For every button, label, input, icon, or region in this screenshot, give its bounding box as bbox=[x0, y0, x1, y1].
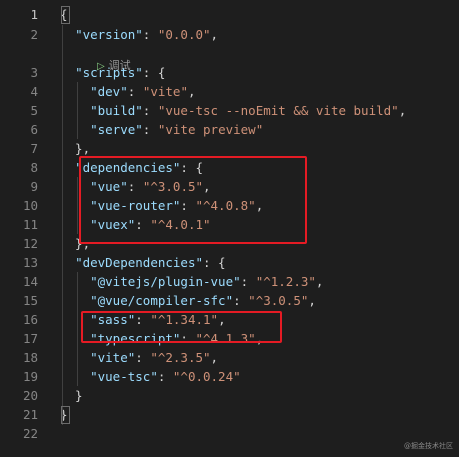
json-string: "0.0.0" bbox=[157, 27, 211, 42]
indent-guide bbox=[62, 25, 63, 425]
json-punctuation: , bbox=[315, 274, 324, 289]
code-line[interactable]: "@vitejs/plugin-vue": "^1.2.3", bbox=[60, 272, 323, 291]
json-punctuation: , bbox=[210, 350, 219, 365]
json-key: "dev" bbox=[90, 84, 128, 99]
line-number: 18 bbox=[22, 350, 38, 365]
json-punctuation bbox=[60, 122, 90, 137]
json-string: "^1.2.3" bbox=[255, 274, 316, 289]
json-punctuation: : bbox=[142, 103, 158, 118]
json-punctuation: : bbox=[127, 84, 143, 99]
line-number: 5 bbox=[30, 103, 38, 118]
json-string: "vite" bbox=[142, 84, 188, 99]
json-punctuation bbox=[60, 369, 90, 384]
json-key: "serve" bbox=[90, 122, 143, 137]
json-punctuation: , bbox=[187, 84, 196, 99]
line-number: 1 bbox=[30, 7, 38, 22]
json-punctuation bbox=[60, 103, 90, 118]
line-number: 7 bbox=[30, 141, 38, 156]
json-punctuation bbox=[60, 350, 90, 365]
json-punctuation bbox=[60, 84, 90, 99]
indent-guide bbox=[77, 82, 78, 139]
json-punctuation: } bbox=[60, 388, 83, 403]
json-punctuation: : bbox=[142, 122, 158, 137]
json-string: "^2.3.5" bbox=[150, 350, 211, 365]
code-line[interactable]: "devDependencies": { bbox=[60, 253, 226, 272]
line-number: 2 bbox=[30, 27, 38, 42]
code-line[interactable]: } bbox=[60, 386, 83, 405]
line-number: 13 bbox=[22, 255, 38, 270]
code-line[interactable]: "@vue/compiler-sfc": "^3.0.5", bbox=[60, 291, 316, 310]
line-number: 20 bbox=[22, 388, 38, 403]
json-punctuation: : { bbox=[203, 255, 226, 270]
debug-codelens[interactable]: ▷ 调试 bbox=[76, 42, 131, 72]
line-number: 17 bbox=[22, 331, 38, 346]
line-number: 16 bbox=[22, 312, 38, 327]
json-key: "scripts" bbox=[75, 65, 143, 80]
line-number: 10 bbox=[22, 198, 38, 213]
json-punctuation: , bbox=[398, 103, 407, 118]
line-number: 21 bbox=[22, 407, 38, 422]
line-number: 14 bbox=[22, 274, 38, 289]
json-punctuation: : bbox=[142, 27, 158, 42]
json-punctuation: : bbox=[157, 369, 173, 384]
line-number: 6 bbox=[30, 122, 38, 137]
json-punctuation: , bbox=[210, 27, 219, 42]
line-number: 19 bbox=[22, 369, 38, 384]
json-key: "version" bbox=[75, 27, 143, 42]
code-line[interactable]: "serve": "vite preview" bbox=[60, 120, 263, 139]
code-editor[interactable]: 1 2 3 4 5 6 7 8 9 10 11 12 13 14 15 16 17 18 19 20 21 22 ▷ 调试 … bbox=[0, 0, 459, 457]
line-number: 12 bbox=[22, 236, 38, 251]
json-punctuation: , bbox=[308, 293, 316, 308]
sass-typescript-highlight-box bbox=[81, 311, 282, 343]
indent-guide bbox=[77, 177, 78, 234]
json-key: "@vue/compiler-sfc" bbox=[90, 293, 234, 308]
json-string: "^0.0.24" bbox=[172, 369, 241, 384]
json-punctuation: : bbox=[233, 293, 249, 308]
code-line[interactable]: "build": "vue-tsc --noEmit && vite build… bbox=[60, 101, 406, 120]
code-line[interactable]: "vite": "^2.3.5", bbox=[60, 348, 218, 367]
indent-guide bbox=[77, 272, 78, 386]
line-number: 4 bbox=[30, 84, 38, 99]
bracket-match-box bbox=[61, 406, 70, 424]
line-number: 8 bbox=[30, 160, 38, 175]
line-number-gutter: 1 2 3 4 5 6 7 8 9 10 11 12 13 14 15 16 17 18 19 20 21 22 bbox=[0, 0, 48, 457]
json-punctuation: : { bbox=[142, 65, 166, 80]
line-number: 3 bbox=[30, 65, 38, 80]
json-punctuation bbox=[60, 293, 90, 308]
json-punctuation bbox=[60, 274, 90, 289]
line-number: 9 bbox=[30, 179, 38, 194]
line-number: 11 bbox=[22, 217, 38, 232]
watermark: @掘金技术社区 bbox=[404, 442, 453, 450]
bracket-match-box bbox=[61, 6, 70, 24]
json-key: "build" bbox=[90, 103, 143, 118]
json-key: "devDependencies" bbox=[75, 255, 203, 270]
json-key: "@vitejs/plugin-vue" bbox=[90, 274, 241, 289]
line-number: 22 bbox=[22, 426, 38, 441]
json-punctuation: }, bbox=[60, 141, 91, 156]
code-line[interactable]: "dev": "vite", bbox=[60, 82, 196, 101]
json-punctuation: : bbox=[135, 350, 151, 365]
json-key: "vue-tsc" bbox=[90, 369, 158, 384]
code-line[interactable]: "version": "0.0.0", bbox=[60, 25, 218, 44]
json-key: "vite" bbox=[90, 350, 136, 365]
dependencies-highlight-box bbox=[79, 156, 307, 244]
json-string: "vue-tsc --noEmit && vite build" bbox=[157, 103, 399, 118]
line-number: 15 bbox=[22, 293, 38, 308]
json-punctuation: : bbox=[240, 274, 256, 289]
code-line[interactable]: "vue-tsc": "^0.0.24" bbox=[60, 367, 241, 386]
code-line[interactable]: "scripts": { bbox=[60, 63, 165, 82]
json-string: "^3.0.5" bbox=[248, 293, 309, 308]
json-string: "vite preview" bbox=[157, 122, 264, 137]
